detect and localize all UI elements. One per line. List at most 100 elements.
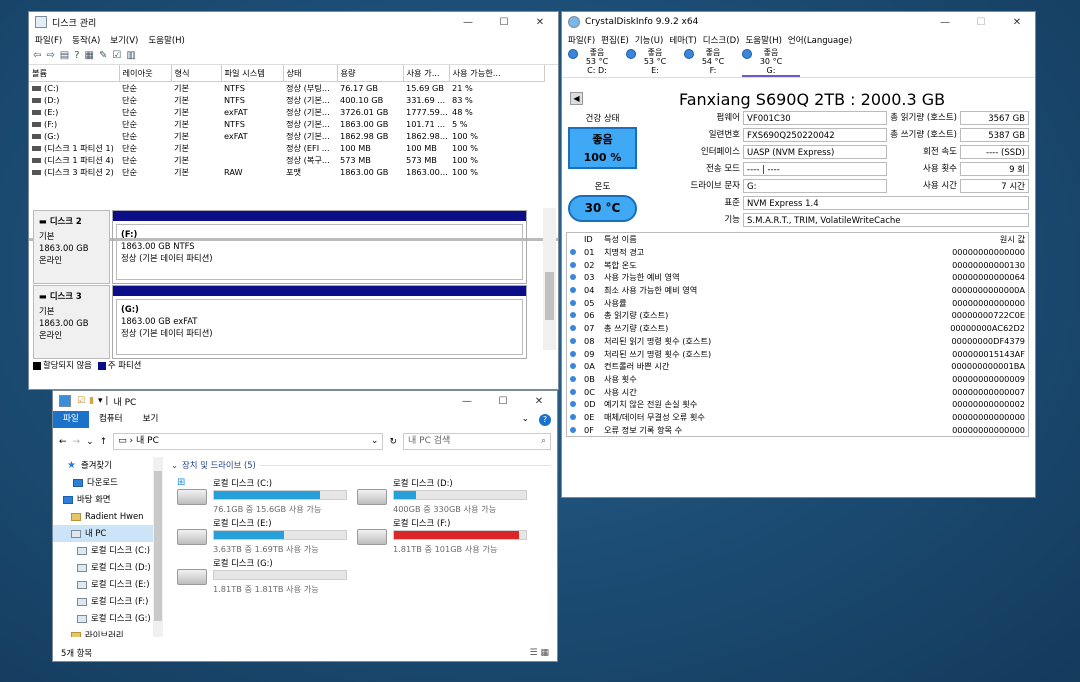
menu-view[interactable]: 보기(V) (110, 34, 138, 46)
view-icon[interactable]: ▦ (85, 51, 94, 61)
quick-access-check-icon[interactable]: ☑ (77, 396, 85, 406)
cdi-menu-edit[interactable]: 편집(E) (601, 34, 629, 46)
smart-header-id[interactable]: ID (581, 233, 601, 246)
close-button[interactable]: ✕ (999, 17, 1035, 28)
nav-item[interactable]: 로컬 디스크 (D:) (53, 559, 153, 576)
minimize-button[interactable]: — (449, 396, 485, 407)
nav-item[interactable]: 로컬 디스크 (G:) (53, 610, 153, 627)
nav-item[interactable]: 로컬 디스크 (F:) (53, 593, 153, 610)
cdi-menu-disk[interactable]: 디스크(D) (703, 34, 740, 46)
smart-row[interactable]: 05 사용률 00000000000000 (567, 296, 1028, 309)
volume-row[interactable]: (G:) 단순 기본 exFAT 정상 (기본... 1862.98 GB 1862.98.… (29, 130, 544, 142)
smart-attributes-list[interactable]: ID 특성 이름 원시 값 01 치명적 경고 00000000000000 02 복합… (566, 232, 1029, 437)
list-icon[interactable]: ▥ (126, 51, 135, 61)
smart-row[interactable]: 0B 사용 횟수 00000000000009 (567, 373, 1028, 386)
help-icon[interactable]: ? (539, 413, 551, 426)
close-button[interactable]: ✕ (522, 17, 558, 28)
disk-info[interactable]: ▬ 디스크 2 기본 1863.00 GB 온라인 (33, 210, 110, 284)
forward-arrow-icon[interactable]: → (73, 437, 81, 447)
back-arrow-icon[interactable]: ← (59, 437, 67, 447)
help-icon[interactable]: ? (74, 51, 79, 61)
explorer-titlebar[interactable]: ☑ ▮ ▾ | 내 PC — ☐ ✕ (53, 391, 557, 411)
cdi-menu-file[interactable]: 파일(F) (568, 34, 595, 46)
drive-tab-f[interactable]: 좋음 54 °C F: (684, 48, 742, 77)
menu-file[interactable]: 파일(F) (35, 34, 62, 46)
volume-column-header[interactable]: 사용 가... (403, 65, 450, 82)
nav-scrollbar[interactable] (153, 457, 163, 637)
dm-titlebar[interactable]: 디스크 관리 — ☐ ✕ (29, 12, 558, 32)
devices-group-header[interactable]: ⌄ 장치 및 드라이브 (5) (171, 459, 551, 471)
smart-row[interactable]: 06 총 읽기량 (호스트) 00000000722C0E (567, 309, 1028, 322)
smart-row[interactable]: 01 치명적 경고 00000000000000 (567, 246, 1028, 259)
volume-row[interactable]: (F:) 단순 기본 NTFS 정상 (기본... 1863.00 GB 101.71 ..… (29, 118, 544, 130)
volume-column-header[interactable]: 볼륨 (29, 65, 120, 82)
volume-row[interactable]: (디스크 3 파티션 2) 단순 기본 RAW 포맷 1863.00 GB 1863.00.… (29, 166, 544, 178)
cdi-titlebar[interactable]: CrystalDiskInfo 9.9.2 x64 — ☐ ✕ (562, 12, 1035, 32)
address-dropdown-icon[interactable]: ⌄ (371, 434, 379, 449)
smart-row[interactable]: 0E 매체/데이터 무결성 오류 횟수 00000000000000 (567, 411, 1028, 424)
smart-row[interactable]: 04 최소 사용 가능한 예비 영역 0000000000000A (567, 284, 1028, 297)
menu-help[interactable]: 도움말(H) (148, 34, 184, 46)
address-bar[interactable]: ▭ › 내 PC ⌄ (113, 433, 384, 450)
nav-item[interactable]: Radient Hwen (53, 508, 153, 525)
tiles-view-icon[interactable]: ▦ (540, 648, 549, 658)
smart-row[interactable]: 09 처리된 쓰기 명령 횟수 (호스트) 000000015143AF (567, 347, 1028, 360)
check-icon[interactable]: ☑ (112, 51, 121, 61)
properties-icon[interactable]: ▤ (60, 51, 69, 61)
smart-row[interactable]: 0D 예기치 않은 전원 손실 횟수 00000000000002 (567, 398, 1028, 411)
smart-row[interactable]: 0F 오류 정보 기록 항목 수 00000000000000 (567, 423, 1028, 436)
drive-tile[interactable]: 로컬 디스크 (D:) 400GB 중 330GB 사용 가능 (357, 477, 527, 514)
nav-item[interactable]: 바탕 화면 (53, 491, 153, 508)
disk-pane-scrollbar[interactable] (543, 208, 556, 350)
quick-access-folder-icon[interactable]: ▮ (89, 396, 94, 406)
nav-item[interactable]: 로컬 디스크 (C:) (53, 542, 153, 559)
back-arrow-icon[interactable]: ⇦ (33, 51, 41, 61)
nav-item[interactable]: 내 PC (53, 525, 153, 542)
edit-icon[interactable]: ✎ (99, 51, 107, 61)
ribbon-tab-view[interactable]: 보기 (133, 411, 169, 428)
cdi-menu-help[interactable]: 도움말(H) (745, 34, 781, 46)
ribbon-tab-computer[interactable]: 컴퓨터 (89, 411, 133, 428)
volume-column-header[interactable]: 형식 (171, 65, 222, 82)
partition-block[interactable]: (G:) 1863.00 GB exFAT 정상 (기본 데이터 파티션) (112, 285, 527, 359)
partition-block[interactable]: (F:) 1863.00 GB NTFS 정상 (기본 데이터 파티션) (112, 210, 527, 284)
ribbon-expand-icon[interactable]: ⌄ (512, 411, 539, 428)
drive-tile[interactable]: 로컬 디스크 (F:) 1.81TB 중 101GB 사용 가능 (357, 517, 527, 554)
maximize-button[interactable]: ☐ (485, 396, 521, 407)
volume-row[interactable]: (C:) 단순 기본 NTFS 정상 (부팅... 76.17 GB 15.69 GB 21 … (29, 82, 544, 95)
ribbon-tab-file[interactable]: 파일 (53, 411, 89, 428)
smart-row[interactable]: 07 총 쓰기량 (호스트) 00000000AC62D2 (567, 322, 1028, 335)
forward-arrow-icon[interactable]: ⇨ (46, 51, 54, 61)
smart-row[interactable]: 0A 컨트롤러 바쁜 시간 000000000001BA (567, 360, 1028, 373)
volume-row[interactable]: (D:) 단순 기본 NTFS 정상 (기본... 400.10 GB 331.69 ...… (29, 94, 544, 106)
recent-dropdown-icon[interactable]: ⌄ (86, 437, 94, 447)
maximize-button[interactable]: ☐ (486, 17, 522, 28)
volume-column-header[interactable]: 상태 (283, 65, 338, 82)
volume-row[interactable]: (E:) 단순 기본 exFAT 정상 (기본... 3726.01 GB 1777.59.… (29, 106, 544, 118)
drive-tile[interactable]: 로컬 디스크 (G:) 1.81TB 중 1.81TB 사용 가능 (177, 557, 347, 594)
search-input[interactable]: 내 PC 검색 ⌕ (403, 433, 551, 450)
volume-column-header[interactable]: 레이아웃 (119, 65, 172, 82)
nav-item[interactable]: 다운로드 (53, 474, 153, 491)
disk-row[interactable]: ▬ 디스크 2 기본 1863.00 GB 온라인 (F:) 1863.00 GB NTF… (33, 210, 527, 284)
drive-tile[interactable]: ⊞ 로컬 디스크 (C:) 76.1GB 중 15.6GB 사용 가능 (177, 477, 347, 514)
smart-header-name[interactable]: 특성 이름 (601, 233, 928, 246)
temperature-box[interactable]: 30 °C (568, 195, 637, 222)
drive-tile[interactable]: 로컬 디스크 (E:) 3.63TB 중 1.69TB 사용 가능 (177, 517, 347, 554)
close-button[interactable]: ✕ (521, 396, 557, 407)
volume-column-header[interactable]: 용량 (337, 65, 404, 82)
health-status-box[interactable]: 좋음 100 % (568, 127, 637, 169)
menu-action[interactable]: 동작(A) (72, 34, 100, 46)
cdi-menu-language[interactable]: 언어(Language) (788, 34, 852, 46)
scrollbar-thumb[interactable] (154, 471, 162, 621)
cdi-menu-function[interactable]: 기능(U) (635, 34, 664, 46)
maximize-button[interactable]: ☐ (963, 17, 999, 28)
volume-column-header[interactable]: 사용 가능한... (449, 65, 545, 82)
up-arrow-icon[interactable]: ↑ (100, 437, 108, 447)
drive-tab-g[interactable]: 좋음 30 °C G: (742, 48, 800, 77)
disk-info[interactable]: ▬ 디스크 3 기본 1863.00 GB 온라인 (33, 285, 110, 359)
smart-row[interactable]: 03 사용 가능한 예비 영역 00000000000064 (567, 271, 1028, 284)
smart-row[interactable]: 02 복합 온도 00000000000130 (567, 258, 1028, 271)
nav-item[interactable]: 라이브러리 (53, 627, 153, 637)
drive-tab-cd[interactable]: 좋음 53 °C C: D: (568, 48, 626, 77)
